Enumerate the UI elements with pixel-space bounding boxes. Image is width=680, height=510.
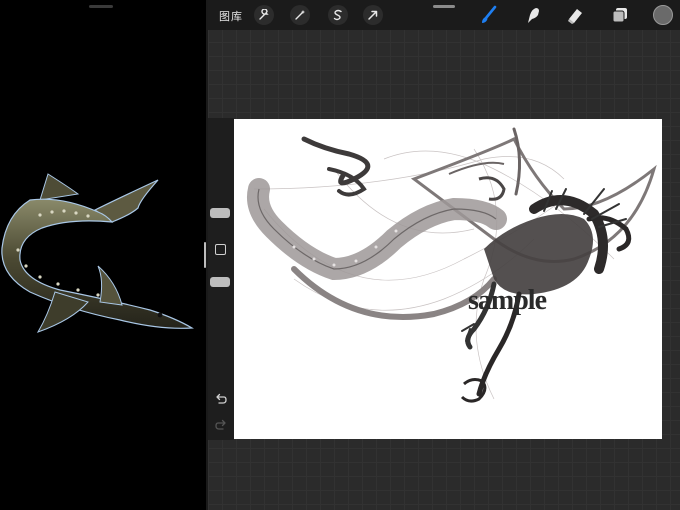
sample-watermark: sample — [468, 285, 547, 316]
smudge-icon — [528, 8, 539, 23]
selection-s-icon — [333, 9, 342, 21]
top-toolbar: 图库 — [208, 0, 680, 30]
split-view-grabber[interactable] — [89, 5, 113, 8]
modify-button[interactable] — [215, 244, 226, 255]
layers-button[interactable] — [609, 4, 631, 26]
color-button[interactable] — [653, 5, 673, 25]
wrench-icon — [259, 9, 269, 20]
smudge-button[interactable] — [522, 4, 544, 26]
drawing-canvas[interactable]: sample — [234, 119, 662, 439]
reference-pane — [0, 0, 206, 510]
layers-icon — [612, 8, 627, 23]
undo-icon[interactable] — [214, 392, 228, 406]
brush-button[interactable] — [478, 4, 500, 26]
dragon-sketch-artwork — [247, 127, 657, 403]
redo-icon[interactable] — [214, 418, 228, 432]
sturgeon-reference-image — [1, 173, 194, 333]
brush-sidebar — [204, 118, 234, 440]
selection-button[interactable] — [328, 5, 348, 25]
top-grabber-handle[interactable] — [433, 5, 455, 8]
actions-button[interactable] — [254, 5, 274, 25]
brush-size-slider[interactable] — [210, 208, 230, 218]
arrow-cursor-icon — [368, 10, 378, 20]
brush-opacity-slider[interactable] — [210, 277, 230, 287]
transform-button[interactable] — [363, 5, 383, 25]
brush-icon — [482, 5, 497, 23]
procreate-app: 图库 sample — [204, 0, 680, 510]
eraser-icon — [568, 9, 582, 24]
sidebar-drag-handle[interactable] — [204, 242, 206, 268]
magic-wand-icon — [295, 10, 305, 20]
eraser-button[interactable] — [564, 4, 586, 26]
adjustments-button[interactable] — [290, 5, 310, 25]
gallery-button[interactable]: 图库 — [219, 8, 243, 24]
